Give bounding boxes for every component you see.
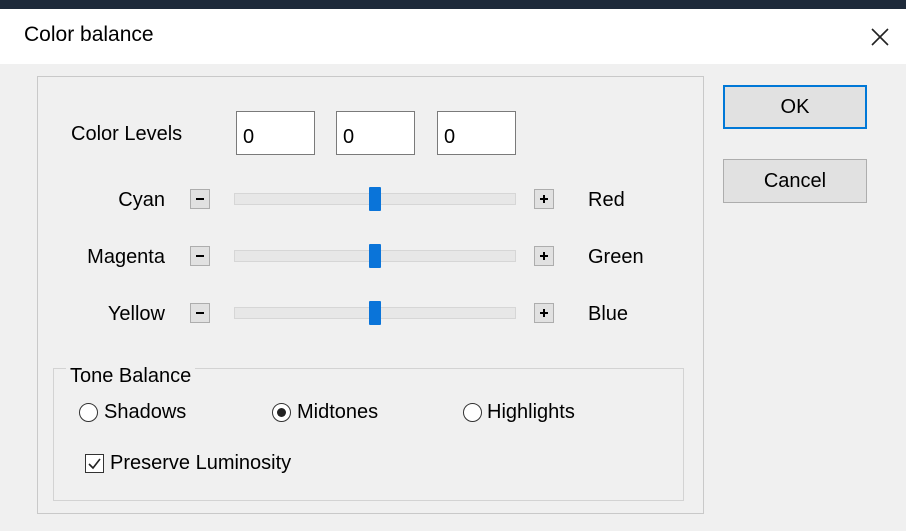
midtones-label: Midtones xyxy=(297,401,379,423)
preserve-luminosity-checkbox[interactable] xyxy=(85,454,104,473)
red-label: Red xyxy=(588,189,625,211)
preserve-luminosity-label: Preserve Luminosity xyxy=(110,452,292,474)
yellow-label: Yellow xyxy=(107,303,165,325)
blue-label: Blue xyxy=(588,303,629,325)
red-plus-button[interactable] xyxy=(534,189,554,209)
minus-icon xyxy=(196,255,204,257)
cyan-label: Cyan xyxy=(118,189,165,211)
color-level-input-2[interactable] xyxy=(336,111,415,155)
radio-shadows[interactable] xyxy=(79,403,98,422)
close-button[interactable] xyxy=(860,17,900,57)
yellow-minus-button[interactable] xyxy=(190,303,210,323)
tone-balance-legend: Tone Balance xyxy=(66,365,196,388)
plus-icon xyxy=(540,252,548,260)
background-window-edge xyxy=(0,0,906,9)
color-balance-dialog: Color balance Color Levels Cyan Red Mage… xyxy=(0,9,906,531)
close-icon xyxy=(871,28,889,46)
title-bar: Color balance xyxy=(0,9,906,64)
dialog-title: Color balance xyxy=(24,23,154,46)
cancel-button[interactable]: Cancel xyxy=(723,159,867,203)
color-levels-label: Color Levels xyxy=(71,123,183,145)
shadows-label: Shadows xyxy=(104,401,187,423)
radio-highlights[interactable] xyxy=(463,403,482,422)
blue-plus-button[interactable] xyxy=(534,303,554,323)
magenta-green-slider-track[interactable] xyxy=(234,244,516,268)
plus-icon xyxy=(540,309,548,317)
yellow-blue-slider-thumb[interactable] xyxy=(369,301,381,325)
ok-button[interactable]: OK xyxy=(723,85,867,129)
color-level-input-1[interactable] xyxy=(236,111,315,155)
minus-icon xyxy=(196,312,204,314)
radio-selected-dot xyxy=(277,408,286,417)
color-level-input-3[interactable] xyxy=(437,111,516,155)
plus-icon xyxy=(540,195,548,203)
cyan-red-slider-thumb[interactable] xyxy=(369,187,381,211)
cyan-minus-button[interactable] xyxy=(190,189,210,209)
checkmark-icon xyxy=(88,458,101,470)
green-label: Green xyxy=(588,246,644,268)
highlights-label: Highlights xyxy=(487,401,575,423)
green-plus-button[interactable] xyxy=(534,246,554,266)
cyan-red-slider-track[interactable] xyxy=(234,187,516,211)
magenta-minus-button[interactable] xyxy=(190,246,210,266)
magenta-green-slider-thumb[interactable] xyxy=(369,244,381,268)
radio-midtones[interactable] xyxy=(272,403,291,422)
yellow-blue-slider-track[interactable] xyxy=(234,301,516,325)
minus-icon xyxy=(196,198,204,200)
magenta-label: Magenta xyxy=(87,246,165,268)
